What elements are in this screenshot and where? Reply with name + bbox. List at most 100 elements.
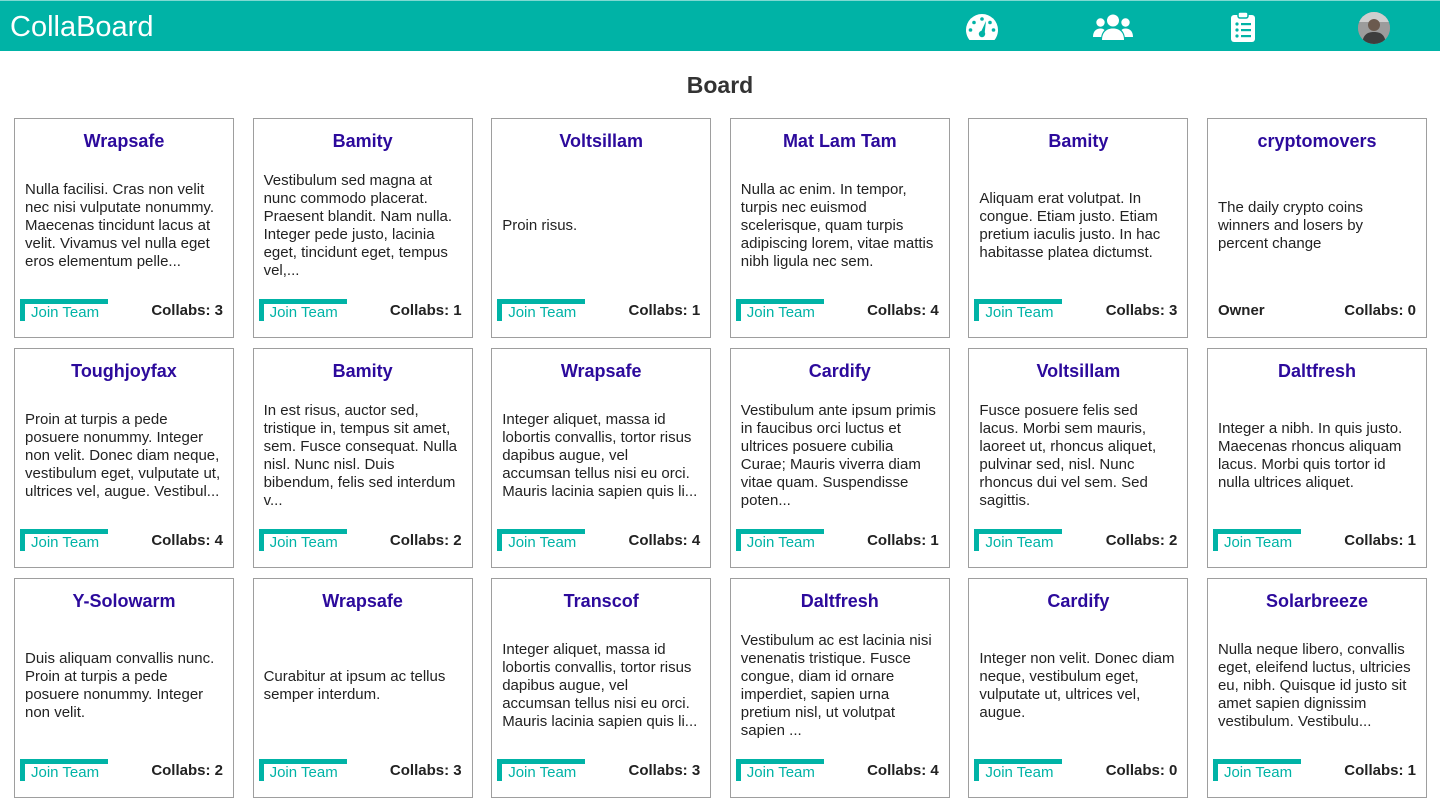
collabs-count: Collabs: 4 <box>867 302 939 319</box>
card-footer: Join Team Collabs: 3 <box>974 299 1178 321</box>
user-avatar[interactable] <box>1358 12 1390 44</box>
card-description: Nulla neque libero, convallis eget, elei… <box>1217 640 1411 730</box>
join-team-button[interactable]: Join Team <box>20 529 108 551</box>
card-title[interactable]: Daltfresh <box>741 590 939 612</box>
collabs-count: Collabs: 1 <box>1344 762 1416 779</box>
card-title[interactable]: Transcof <box>502 590 700 612</box>
card-description: In est risus, auctor sed, tristique in, … <box>263 401 458 509</box>
collabs-count: Collabs: 3 <box>1105 302 1178 319</box>
team-card: Voltsillam Fusce posuere felis sed lacus… <box>968 348 1189 568</box>
join-team-button[interactable]: Join Team <box>735 529 824 551</box>
join-team-button[interactable]: Join Team <box>497 759 586 781</box>
card-title[interactable]: Cardify <box>741 360 939 382</box>
card-footer: Join Team Collabs: 1 <box>1212 529 1416 551</box>
card-description: Vestibulum sed magna at nunc commodo pla… <box>263 171 453 279</box>
card-description: The daily crypto coins winners and loser… <box>1217 198 1364 252</box>
card-description: Integer aliquet, massa id lobortis conva… <box>502 640 698 730</box>
card-title[interactable]: Bamity <box>264 360 462 382</box>
team-card: Cardify Vestibulum ante ipsum primis in … <box>729 348 950 568</box>
join-team-button[interactable]: Join Team <box>735 759 824 781</box>
join-team-button[interactable]: Join Team <box>497 529 586 551</box>
collabs-count: Collabs: 4 <box>867 762 939 779</box>
card-footer: Join Team Collabs: 4 <box>735 299 939 321</box>
collabs-count: Collabs: 0 <box>1105 762 1178 779</box>
card-body: Proin at turpis a pede posuere nonummy. … <box>25 382 223 529</box>
team-card: Mat Lam Tam Nulla ac enim. In tempor, tu… <box>729 118 950 338</box>
clipboard-list-icon[interactable] <box>1230 11 1256 43</box>
collabs-count: Collabs: 1 <box>867 532 939 549</box>
join-team-button[interactable]: Join Team <box>20 759 108 781</box>
card-footer: Join Team Collabs: 3 <box>20 299 223 321</box>
team-card: Bamity In est risus, auctor sed, tristiq… <box>252 348 473 568</box>
card-description: Integer non velit. Donec diam neque, ves… <box>979 649 1175 721</box>
card-title[interactable]: Bamity <box>264 130 462 152</box>
card-body: Integer a nibh. In quis justo. Maecenas … <box>1218 382 1416 529</box>
card-title[interactable]: cryptomovers <box>1218 130 1416 152</box>
card-description: Curabitur at ipsum ac tellus semper inte… <box>263 667 446 703</box>
card-title[interactable]: Wrapsafe <box>264 590 462 612</box>
join-team-button[interactable]: Join Team <box>497 299 586 321</box>
card-description: Nulla facilisi. Cras non velit nec nisi … <box>25 180 214 270</box>
team-card: Daltfresh Integer a nibh. In quis justo.… <box>1206 348 1427 568</box>
team-card: cryptomovers The daily crypto coins winn… <box>1206 118 1427 338</box>
card-title[interactable]: Voltsillam <box>979 360 1177 382</box>
card-footer: Join Team Collabs: 4 <box>735 759 939 781</box>
card-footer: Owner Collabs: 0 <box>1218 299 1416 321</box>
join-team-button[interactable]: Join Team <box>258 759 347 781</box>
collabs-count: Collabs: 4 <box>628 532 701 549</box>
top-navbar: CollaBoard <box>0 0 1440 51</box>
card-body: Integer aliquet, massa id lobortis conva… <box>502 382 700 529</box>
collabs-count: Collabs: 0 <box>1344 302 1416 319</box>
card-footer: Join Team Collabs: 2 <box>258 529 462 551</box>
card-body: Integer aliquet, massa id lobortis conva… <box>502 612 700 759</box>
collabs-count: Collabs: 2 <box>151 762 223 779</box>
dashboard-icon[interactable] <box>964 11 1000 43</box>
team-card: Wrapsafe Curabitur at ipsum ac tellus se… <box>252 578 473 798</box>
join-team-button[interactable]: Join Team <box>974 759 1063 781</box>
card-title[interactable]: Solarbreeze <box>1218 590 1416 612</box>
join-team-button[interactable]: Join Team <box>735 299 824 321</box>
card-footer: Join Team Collabs: 3 <box>258 759 462 781</box>
card-title[interactable]: Mat Lam Tam <box>741 130 939 152</box>
card-body: Vestibulum ac est lacinia nisi venenatis… <box>741 612 939 759</box>
collabs-count: Collabs: 1 <box>1344 532 1416 549</box>
brand-logo[interactable]: CollaBoard <box>10 10 153 44</box>
collabs-count: Collabs: 3 <box>389 762 462 779</box>
join-team-button[interactable]: Join Team <box>20 299 108 321</box>
card-footer: Join Team Collabs: 4 <box>497 529 701 551</box>
card-title[interactable]: Daltfresh <box>1218 360 1416 382</box>
card-title[interactable]: Voltsillam <box>502 130 700 152</box>
team-card: Wrapsafe Nulla facilisi. Cras non velit … <box>14 118 234 338</box>
join-team-button[interactable]: Join Team <box>258 529 347 551</box>
join-team-button[interactable]: Join Team <box>974 529 1063 551</box>
card-body: Vestibulum sed magna at nunc commodo pla… <box>264 152 462 299</box>
card-description: Aliquam erat volutpat. In congue. Etiam … <box>979 189 1161 261</box>
join-team-button[interactable]: Join Team <box>974 299 1063 321</box>
users-icon[interactable] <box>1093 11 1133 43</box>
card-title[interactable]: Wrapsafe <box>25 130 223 152</box>
page-title: Board <box>686 72 754 98</box>
card-description: Duis aliquam convallis nunc. Proin at tu… <box>25 649 215 721</box>
collabs-count: Collabs: 2 <box>389 532 462 549</box>
card-footer: Join Team Collabs: 1 <box>735 529 939 551</box>
card-body: Duis aliquam convallis nunc. Proin at tu… <box>25 612 223 759</box>
card-body: Curabitur at ipsum ac tellus semper inte… <box>264 612 462 759</box>
card-description: Vestibulum ac est lacinia nisi venenatis… <box>740 631 932 739</box>
card-title[interactable]: Bamity <box>979 130 1177 152</box>
card-title[interactable]: Cardify <box>979 590 1177 612</box>
team-card: Cardify Integer non velit. Donec diam ne… <box>968 578 1189 798</box>
card-body: Vestibulum ante ipsum primis in faucibus… <box>741 382 939 529</box>
team-card: Toughjoyfax Proin at turpis a pede posue… <box>14 348 234 568</box>
card-title[interactable]: Wrapsafe <box>502 360 700 382</box>
collabs-count: Collabs: 1 <box>389 302 462 319</box>
card-description: Fusce posuere felis sed lacus. Morbi sem… <box>979 401 1157 509</box>
team-card: Y-Solowarm Duis aliquam convallis nunc. … <box>14 578 234 798</box>
card-body: Fusce posuere felis sed lacus. Morbi sem… <box>979 382 1177 529</box>
team-card: Bamity Aliquam erat volutpat. In congue.… <box>968 118 1189 338</box>
join-team-button[interactable]: Join Team <box>258 299 347 321</box>
card-footer: Join Team Collabs: 0 <box>974 759 1178 781</box>
join-team-button[interactable]: Join Team <box>1212 529 1301 551</box>
join-team-button[interactable]: Join Team <box>1212 759 1301 781</box>
card-title[interactable]: Toughjoyfax <box>25 360 223 382</box>
card-title[interactable]: Y-Solowarm <box>25 590 223 612</box>
